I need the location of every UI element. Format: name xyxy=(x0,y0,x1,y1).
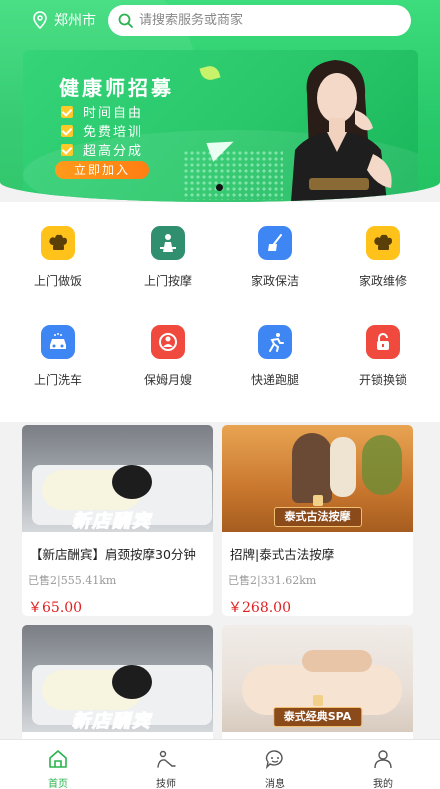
banner-dot-pattern xyxy=(183,150,283,200)
product-grid: 新店酬宾 【新店酬宾】肩颈按摩30分钟 已售2|555.41km ￥65.00 … xyxy=(0,422,440,739)
check-icon xyxy=(61,143,73,156)
category-home-repair[interactable]: 家政维修 xyxy=(328,226,438,289)
banner-model-image xyxy=(291,60,392,202)
category-label: 上门按摩 xyxy=(143,274,192,288)
banner-feature-label: 超高分成 xyxy=(83,144,144,159)
category-housekeeping[interactable]: 家政保洁 xyxy=(220,226,330,289)
image-caption: 泰式经典SPA xyxy=(272,707,363,727)
category-label: 家政保洁 xyxy=(250,274,299,288)
image-caption: 新店酬宾 xyxy=(72,511,152,533)
banner-feature-label: 免费培训 xyxy=(83,125,144,140)
message-icon xyxy=(265,750,283,770)
tab-home[interactable]: 首页 xyxy=(3,740,113,789)
recruit-banner[interactable]: 健康师招募 时间自由 免费培训 超高分成 立即加入 xyxy=(23,50,418,202)
tab-label: 技师 xyxy=(156,779,176,789)
tab-messages[interactable]: 消息 xyxy=(220,740,330,789)
category-locksmith[interactable]: 开锁换锁 xyxy=(328,325,438,388)
product-card[interactable]: 泰式经典SPA xyxy=(222,625,413,739)
leaf-icon xyxy=(199,63,221,83)
city-label: 郑州市 xyxy=(54,13,96,29)
product-card[interactable]: 新店酬宾 【新店酬宾】肩颈按摩30分钟 已售2|555.41km ￥65.00 xyxy=(22,425,213,616)
header-hero: 郑州市 健康师招募 时间自由 免费培训 超高分成 立即加入 xyxy=(0,0,440,202)
search-input[interactable] xyxy=(139,13,389,28)
product-meta: 已售2|331.62km xyxy=(228,574,317,587)
top-bar: 郑州市 xyxy=(0,0,440,40)
tab-technician[interactable]: 技师 xyxy=(111,740,221,789)
product-name: 【新店酬宾】肩颈按摩30分钟 xyxy=(30,547,196,562)
product-name: 招牌|泰式古法按摩 xyxy=(230,547,335,562)
category-nanny[interactable]: 保姆月嫂 xyxy=(113,325,223,388)
massage-icon xyxy=(151,226,185,260)
product-image: 泰式古法按摩 xyxy=(222,425,413,532)
product-image: 泰式经典SPA xyxy=(222,625,413,732)
chef-hat-icon xyxy=(41,226,75,260)
car-icon xyxy=(41,325,75,359)
category-car-wash[interactable]: 上门洗车 xyxy=(3,325,113,388)
category-label: 快递跑腿 xyxy=(250,373,299,387)
product-image: 新店酬宾 xyxy=(22,425,213,532)
product-card[interactable]: 新店酬宾 xyxy=(22,625,213,739)
image-caption: 泰式古法按摩 xyxy=(273,507,362,527)
search-icon xyxy=(118,13,133,28)
check-icon xyxy=(61,124,73,137)
category-courier[interactable]: 快递跑腿 xyxy=(220,325,330,388)
runner-icon xyxy=(258,325,292,359)
banner-title: 健康师招募 xyxy=(59,76,174,100)
banner-feature: 免费培训 xyxy=(61,121,143,140)
tab-label: 我的 xyxy=(373,779,393,789)
lock-icon xyxy=(366,325,400,359)
home-icon xyxy=(49,750,67,768)
banner-feature: 超高分成 xyxy=(61,140,143,159)
carousel-indicator[interactable] xyxy=(216,184,223,191)
product-card[interactable]: 泰式古法按摩 招牌|泰式古法按摩 已售2|331.62km ￥268.00 xyxy=(222,425,413,616)
location-selector[interactable]: 郑州市 xyxy=(32,9,96,31)
bottom-tab-bar: 首页 技师 消息 我的 xyxy=(0,739,440,789)
banner-feature-label: 时间自由 xyxy=(83,106,144,121)
product-price: ￥65.00 xyxy=(28,600,83,616)
chef-hat-icon xyxy=(366,226,400,260)
location-pin-icon xyxy=(33,11,47,29)
category-home-cooking[interactable]: 上门做饭 xyxy=(3,226,113,289)
banner-feature: 时间自由 xyxy=(61,102,143,121)
profile-icon xyxy=(374,750,392,769)
tab-label: 消息 xyxy=(265,779,285,789)
product-image: 新店酬宾 xyxy=(22,625,213,732)
image-caption: 新店酬宾 xyxy=(72,711,152,733)
category-label: 上门做饭 xyxy=(33,274,82,288)
tab-label: 首页 xyxy=(48,779,68,789)
product-price: ￥268.00 xyxy=(228,600,291,616)
category-grid: 上门做饭 上门按摩 家政保洁 家政维修 上门洗车 保姆月嫂 快递跑腿 开锁换锁 xyxy=(0,202,440,422)
search-bar[interactable] xyxy=(108,5,411,36)
product-meta: 已售2|555.41km xyxy=(28,574,117,587)
join-now-button[interactable]: 立即加入 xyxy=(55,161,149,179)
broom-icon xyxy=(258,226,292,260)
check-icon xyxy=(61,105,73,118)
category-home-massage[interactable]: 上门按摩 xyxy=(113,226,223,289)
category-label: 上门洗车 xyxy=(33,373,82,387)
category-label: 家政维修 xyxy=(358,274,407,288)
tab-profile[interactable]: 我的 xyxy=(328,740,438,789)
nanny-icon xyxy=(151,325,185,359)
category-label: 保姆月嫂 xyxy=(143,373,192,387)
technician-icon xyxy=(157,750,176,768)
category-label: 开锁换锁 xyxy=(358,373,407,387)
